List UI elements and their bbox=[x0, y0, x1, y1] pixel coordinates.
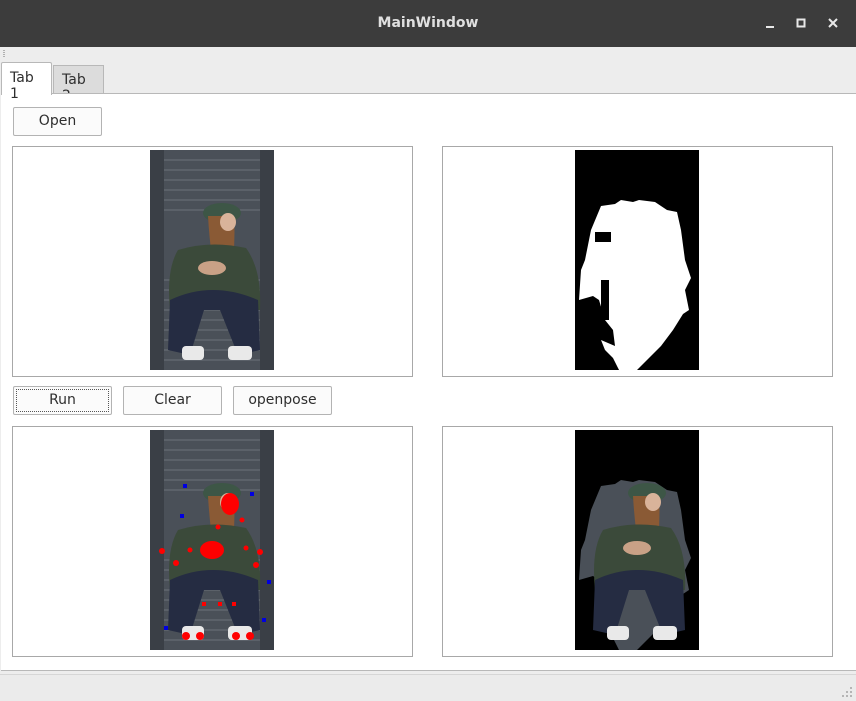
title-bar: MainWindow bbox=[0, 0, 856, 47]
segmented-result bbox=[575, 430, 699, 650]
minimize-icon[interactable] bbox=[759, 12, 781, 34]
pose-view[interactable] bbox=[12, 426, 413, 657]
maximize-icon[interactable] bbox=[790, 12, 812, 34]
segmentation-mask bbox=[575, 150, 699, 370]
tab-2[interactable]: Tab 2 bbox=[53, 65, 104, 104]
run-button[interactable]: Run bbox=[13, 386, 112, 415]
tab-1[interactable]: Tab 1 bbox=[1, 62, 52, 102]
original-image-view[interactable] bbox=[12, 146, 413, 377]
open-button[interactable]: Open bbox=[13, 107, 102, 136]
pose-overlay-photo bbox=[150, 430, 274, 650]
window-title: MainWindow bbox=[377, 15, 479, 31]
openpose-button[interactable]: openpose bbox=[233, 386, 332, 415]
close-icon[interactable] bbox=[822, 12, 844, 34]
clear-button[interactable]: Clear bbox=[123, 386, 222, 415]
size-grip-icon[interactable] bbox=[841, 686, 853, 698]
original-photo bbox=[150, 150, 274, 370]
mask-view[interactable] bbox=[442, 146, 833, 377]
tab-panel: Open Run Clear openpose bbox=[1, 93, 856, 671]
toolbar-grip[interactable] bbox=[3, 50, 7, 58]
segmented-view[interactable] bbox=[442, 426, 833, 657]
status-bar bbox=[0, 674, 856, 701]
